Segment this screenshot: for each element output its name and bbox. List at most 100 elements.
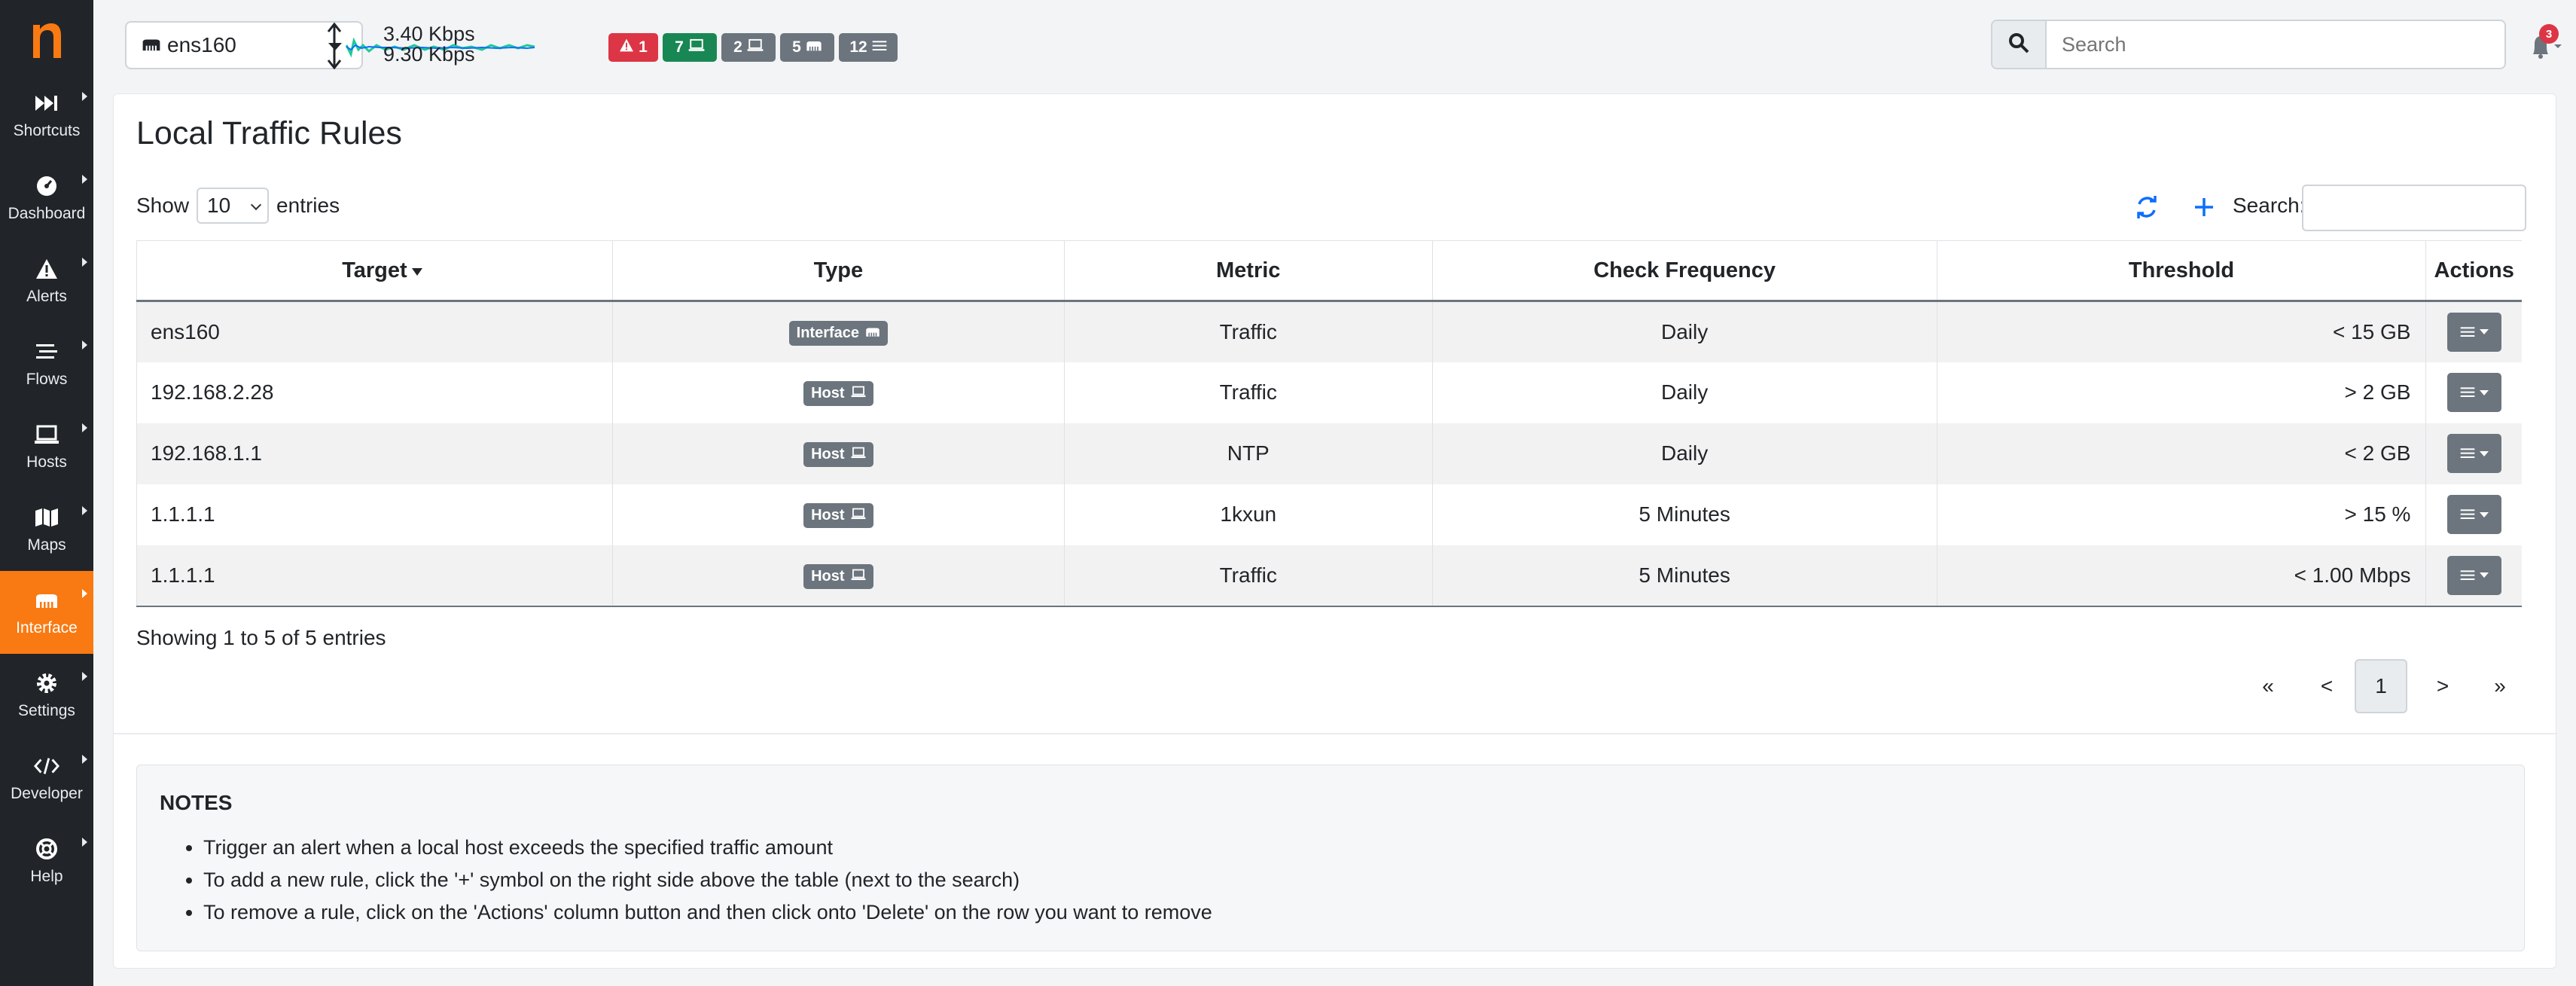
cell-metric: NTP	[1063, 423, 1433, 484]
list-icon	[872, 38, 887, 56]
column-header-threshold[interactable]: Threshold	[1936, 240, 2426, 302]
cell-frequency: 5 Minutes	[1431, 545, 1937, 607]
ntopng-logo[interactable]: n	[20, 11, 74, 65]
laptop-icon	[851, 507, 866, 524]
type-badge: Host	[803, 563, 873, 589]
cell-metric: Traffic	[1063, 301, 1433, 362]
sidebar-item-interface[interactable]: Interface	[0, 571, 93, 654]
laptop-icon	[34, 422, 59, 447]
sidebar-item-flows[interactable]: Flows	[0, 322, 93, 405]
top-navbar: ens160 3.40 Kbps 9.30 Kbps 1 7 2 5 12 Se…	[93, 0, 2576, 90]
search-button[interactable]	[1992, 21, 2047, 68]
refresh-button[interactable]	[2133, 194, 2160, 221]
sidebar-item-label: Alerts	[26, 288, 67, 305]
sidebar-item-label: Interface	[16, 619, 78, 636]
sidebar-item-label: Developer	[11, 785, 83, 802]
submenu-caret-icon	[82, 838, 87, 847]
add-rule-button[interactable]	[2190, 194, 2218, 221]
column-label: Actions	[2434, 258, 2514, 282]
cell-target: 192.168.2.28	[136, 362, 613, 423]
column-header-target[interactable]: Target	[136, 240, 613, 302]
cell-target: 1.1.1.1	[136, 484, 613, 545]
map-icon	[34, 505, 59, 530]
cell-actions	[2425, 423, 2522, 484]
sidebar-item-maps[interactable]: Maps	[0, 488, 93, 571]
cell-frequency: Daily	[1431, 423, 1937, 484]
row-actions-button[interactable]	[2446, 312, 2501, 352]
sidebar-item-help[interactable]: Help	[0, 820, 93, 902]
type-label: Interface	[796, 324, 860, 341]
life-ring-icon	[34, 836, 59, 862]
ethernet-icon	[865, 325, 880, 342]
warning-icon	[34, 256, 59, 282]
notes-panel: NOTES Trigger an alert when a local host…	[136, 765, 2525, 951]
remote-hosts-badge[interactable]: 2	[721, 33, 776, 62]
row-actions-button[interactable]	[2446, 555, 2501, 595]
throughput-download: 9.30 Kbps	[383, 43, 475, 66]
entries-label: entries	[276, 194, 340, 217]
row-actions-button[interactable]	[2446, 373, 2501, 412]
pagination-first[interactable]: «	[2249, 659, 2287, 713]
cell-metric: 1kxun	[1063, 484, 1433, 545]
sidebar-item-label: Hosts	[26, 453, 67, 471]
code-icon	[34, 753, 59, 779]
rules-table: Target Type Metric Check Frequency Thres…	[136, 240, 2522, 607]
table-row: 1.1.1.1 Host Traffic 5 Minutes < 1.00 Mb…	[136, 545, 2522, 607]
sidebar-item-hosts[interactable]: Hosts	[0, 405, 93, 488]
flows-badge[interactable]: 12	[839, 33, 898, 62]
sidebar-item-dashboard[interactable]: Dashboard	[0, 157, 93, 240]
plus-icon	[2195, 198, 2213, 216]
show-label: Show	[136, 194, 190, 217]
pagination-previous[interactable]: <	[2308, 659, 2346, 713]
sidebar-item-alerts[interactable]: Alerts	[0, 240, 93, 322]
badge-count: 7	[675, 38, 684, 56]
sidebar-item-developer[interactable]: Developer	[0, 737, 93, 820]
caret-down-icon	[2479, 450, 2489, 456]
list-icon	[2460, 448, 2475, 458]
stream-icon	[34, 339, 59, 365]
gear-icon	[34, 670, 59, 696]
cell-threshold: < 1.00 Mbps	[1936, 545, 2426, 607]
cell-threshold: > 15 %	[1936, 484, 2426, 545]
note-item: To remove a rule, click on the 'Actions'…	[203, 896, 1212, 929]
sidebar-item-label: Flows	[26, 371, 68, 388]
page-length-select[interactable]: 10	[197, 188, 270, 224]
chevron-down-icon	[2554, 44, 2562, 48]
cell-type: Host	[611, 362, 1065, 423]
badge-count: 5	[792, 38, 801, 56]
alerts-badge[interactable]: 1	[608, 33, 658, 62]
caret-down-icon	[2479, 329, 2489, 335]
search-input[interactable]	[2047, 21, 2504, 68]
note-item: To add a new rule, click the '+' symbol …	[203, 864, 1212, 896]
pagination-page-1[interactable]: 1	[2355, 659, 2407, 713]
laptop-icon	[851, 385, 866, 402]
warning-icon	[619, 38, 634, 56]
devices-badge[interactable]: 5	[780, 33, 834, 62]
caret-down-icon	[2479, 572, 2489, 578]
pagination-next[interactable]: >	[2424, 659, 2462, 713]
local-hosts-badge[interactable]: 7	[663, 33, 717, 62]
column-header-metric[interactable]: Metric	[1063, 240, 1433, 302]
badge-count: 1	[639, 38, 648, 56]
table-header-row: Target Type Metric Check Frequency Thres…	[136, 240, 2522, 302]
row-actions-button[interactable]	[2446, 434, 2501, 473]
column-label: Type	[813, 258, 864, 282]
submenu-caret-icon	[82, 506, 87, 515]
cell-target: 192.168.1.1	[136, 423, 613, 484]
table-search-input[interactable]	[2302, 185, 2526, 231]
submenu-caret-icon	[82, 175, 87, 184]
cell-frequency: 5 Minutes	[1431, 484, 1937, 545]
pagination-last[interactable]: »	[2481, 659, 2519, 713]
column-header-type[interactable]: Type	[611, 240, 1065, 302]
list-icon	[2460, 509, 2475, 519]
laptop-icon	[851, 446, 866, 463]
type-badge: Host	[803, 503, 873, 528]
sidebar-item-shortcuts[interactable]: Shortcuts	[0, 74, 93, 157]
notifications-count-badge: 3	[2539, 24, 2559, 44]
type-badge: Host	[803, 442, 873, 467]
row-actions-button[interactable]	[2446, 495, 2501, 534]
badge-count: 2	[733, 38, 742, 56]
column-header-check-frequency[interactable]: Check Frequency	[1431, 240, 1937, 302]
sidebar-item-settings[interactable]: Settings	[0, 654, 93, 737]
submenu-caret-icon	[82, 755, 87, 764]
